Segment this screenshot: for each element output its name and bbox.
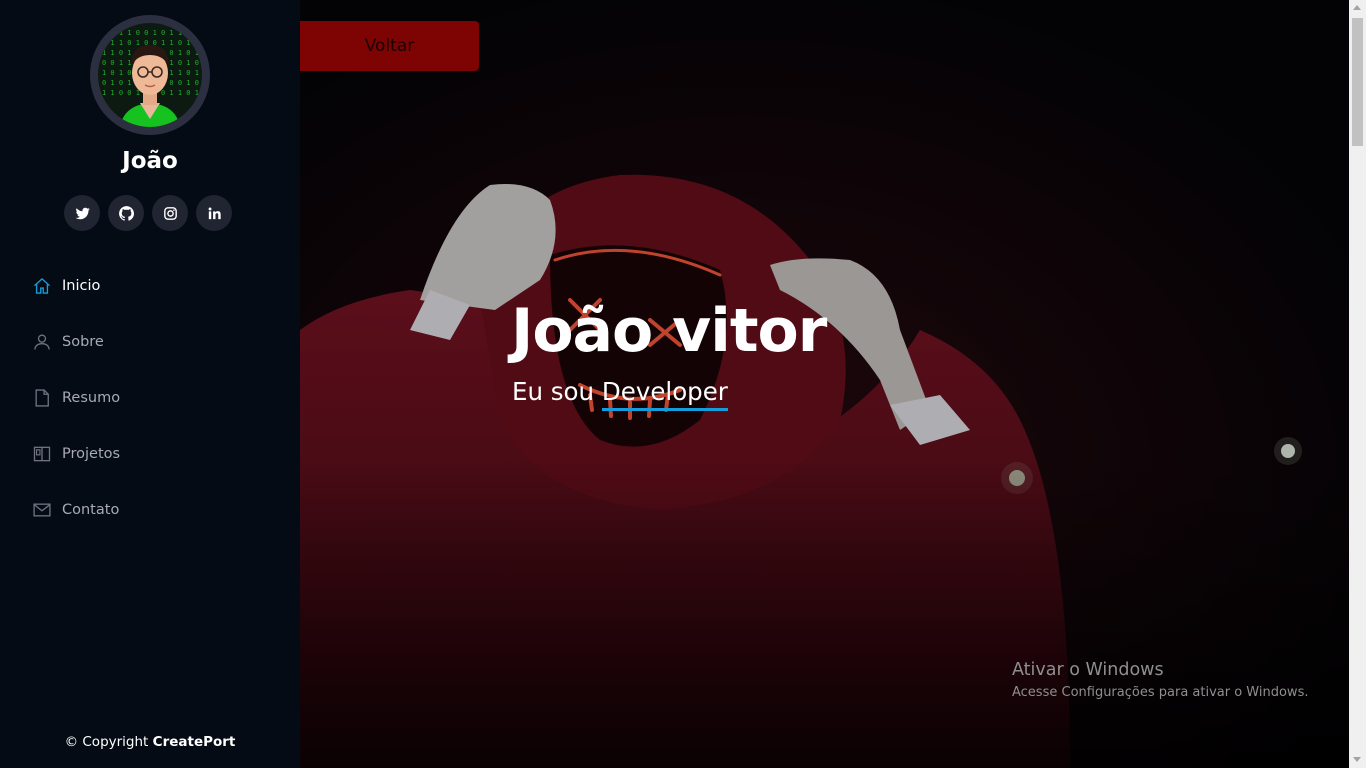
hero-title: João vitor	[511, 296, 827, 366]
profile-name: João	[122, 148, 178, 174]
nav-label-inicio: Inicio	[62, 278, 101, 294]
nav-item-projetos[interactable]: Projetos	[0, 426, 300, 482]
scroll-thumb[interactable]	[1352, 18, 1363, 146]
developer-avatar-icon: 1 0 1 1 0 0 1 0 1 1 0 1 0 0 1 1 0 1 0 0 …	[98, 23, 202, 127]
twitter-link[interactable]	[64, 195, 100, 231]
svg-text:1 0 1 1 0 0 1 0 1 1 0 1 0: 1 0 1 1 0 0 1 0 1 1 0 1 0	[102, 29, 202, 37]
scroll-down-arrow-icon[interactable]	[1353, 757, 1361, 762]
back-button[interactable]: Voltar	[300, 21, 479, 71]
file-icon	[35, 389, 49, 407]
nav-label-contato: Contato	[62, 502, 120, 518]
page-scrollbar[interactable]	[1349, 0, 1366, 768]
profile-avatar: 1 0 1 1 0 0 1 0 1 1 0 1 0 0 1 1 0 1 0 0 …	[90, 15, 210, 135]
nav-label-projetos: Projetos	[62, 446, 121, 462]
home-icon	[34, 278, 50, 294]
hero-section	[300, 0, 1349, 768]
windows-activation-title: Ativar o Windows	[1012, 660, 1164, 680]
envelope-icon	[33, 503, 51, 517]
social-links	[64, 195, 232, 231]
nav-label-sobre: Sobre	[62, 334, 104, 350]
nav-item-resumo[interactable]: Resumo	[0, 370, 300, 426]
scroll-up-arrow-icon[interactable]	[1353, 5, 1361, 10]
hero-subtitle: Eu sou Developer	[512, 377, 728, 411]
twitter-icon	[75, 207, 90, 219]
nav-label-resumo: Resumo	[62, 390, 121, 406]
hero-subtitle-prefix: Eu sou	[512, 377, 595, 406]
sidebar: 1 0 1 1 0 0 1 0 1 1 0 1 0 0 1 1 0 1 0 0 …	[0, 0, 300, 768]
copyright-text: © Copyright	[64, 734, 149, 750]
person-icon	[34, 334, 50, 350]
layout-icon	[33, 446, 51, 462]
main-nav: Inicio Sobre Resumo Projetos Contato	[0, 258, 300, 538]
github-icon	[118, 205, 134, 221]
copyright: © Copyright CreatePort	[0, 734, 300, 750]
linkedin-link[interactable]	[196, 195, 232, 231]
nav-item-contato[interactable]: Contato	[0, 482, 300, 538]
linkedin-icon	[208, 207, 221, 219]
hero-background-image	[300, 0, 1349, 768]
nav-item-sobre[interactable]: Sobre	[0, 314, 300, 370]
nav-item-inicio[interactable]: Inicio	[0, 258, 300, 314]
instagram-link[interactable]	[152, 195, 188, 231]
hero-subtitle-typed: Developer	[601, 377, 728, 411]
github-link[interactable]	[108, 195, 144, 231]
windows-activation-subtitle: Acesse Configurações para ativar o Windo…	[1012, 685, 1309, 700]
copyright-brand[interactable]: CreatePort	[153, 734, 236, 750]
instagram-icon	[163, 206, 177, 220]
